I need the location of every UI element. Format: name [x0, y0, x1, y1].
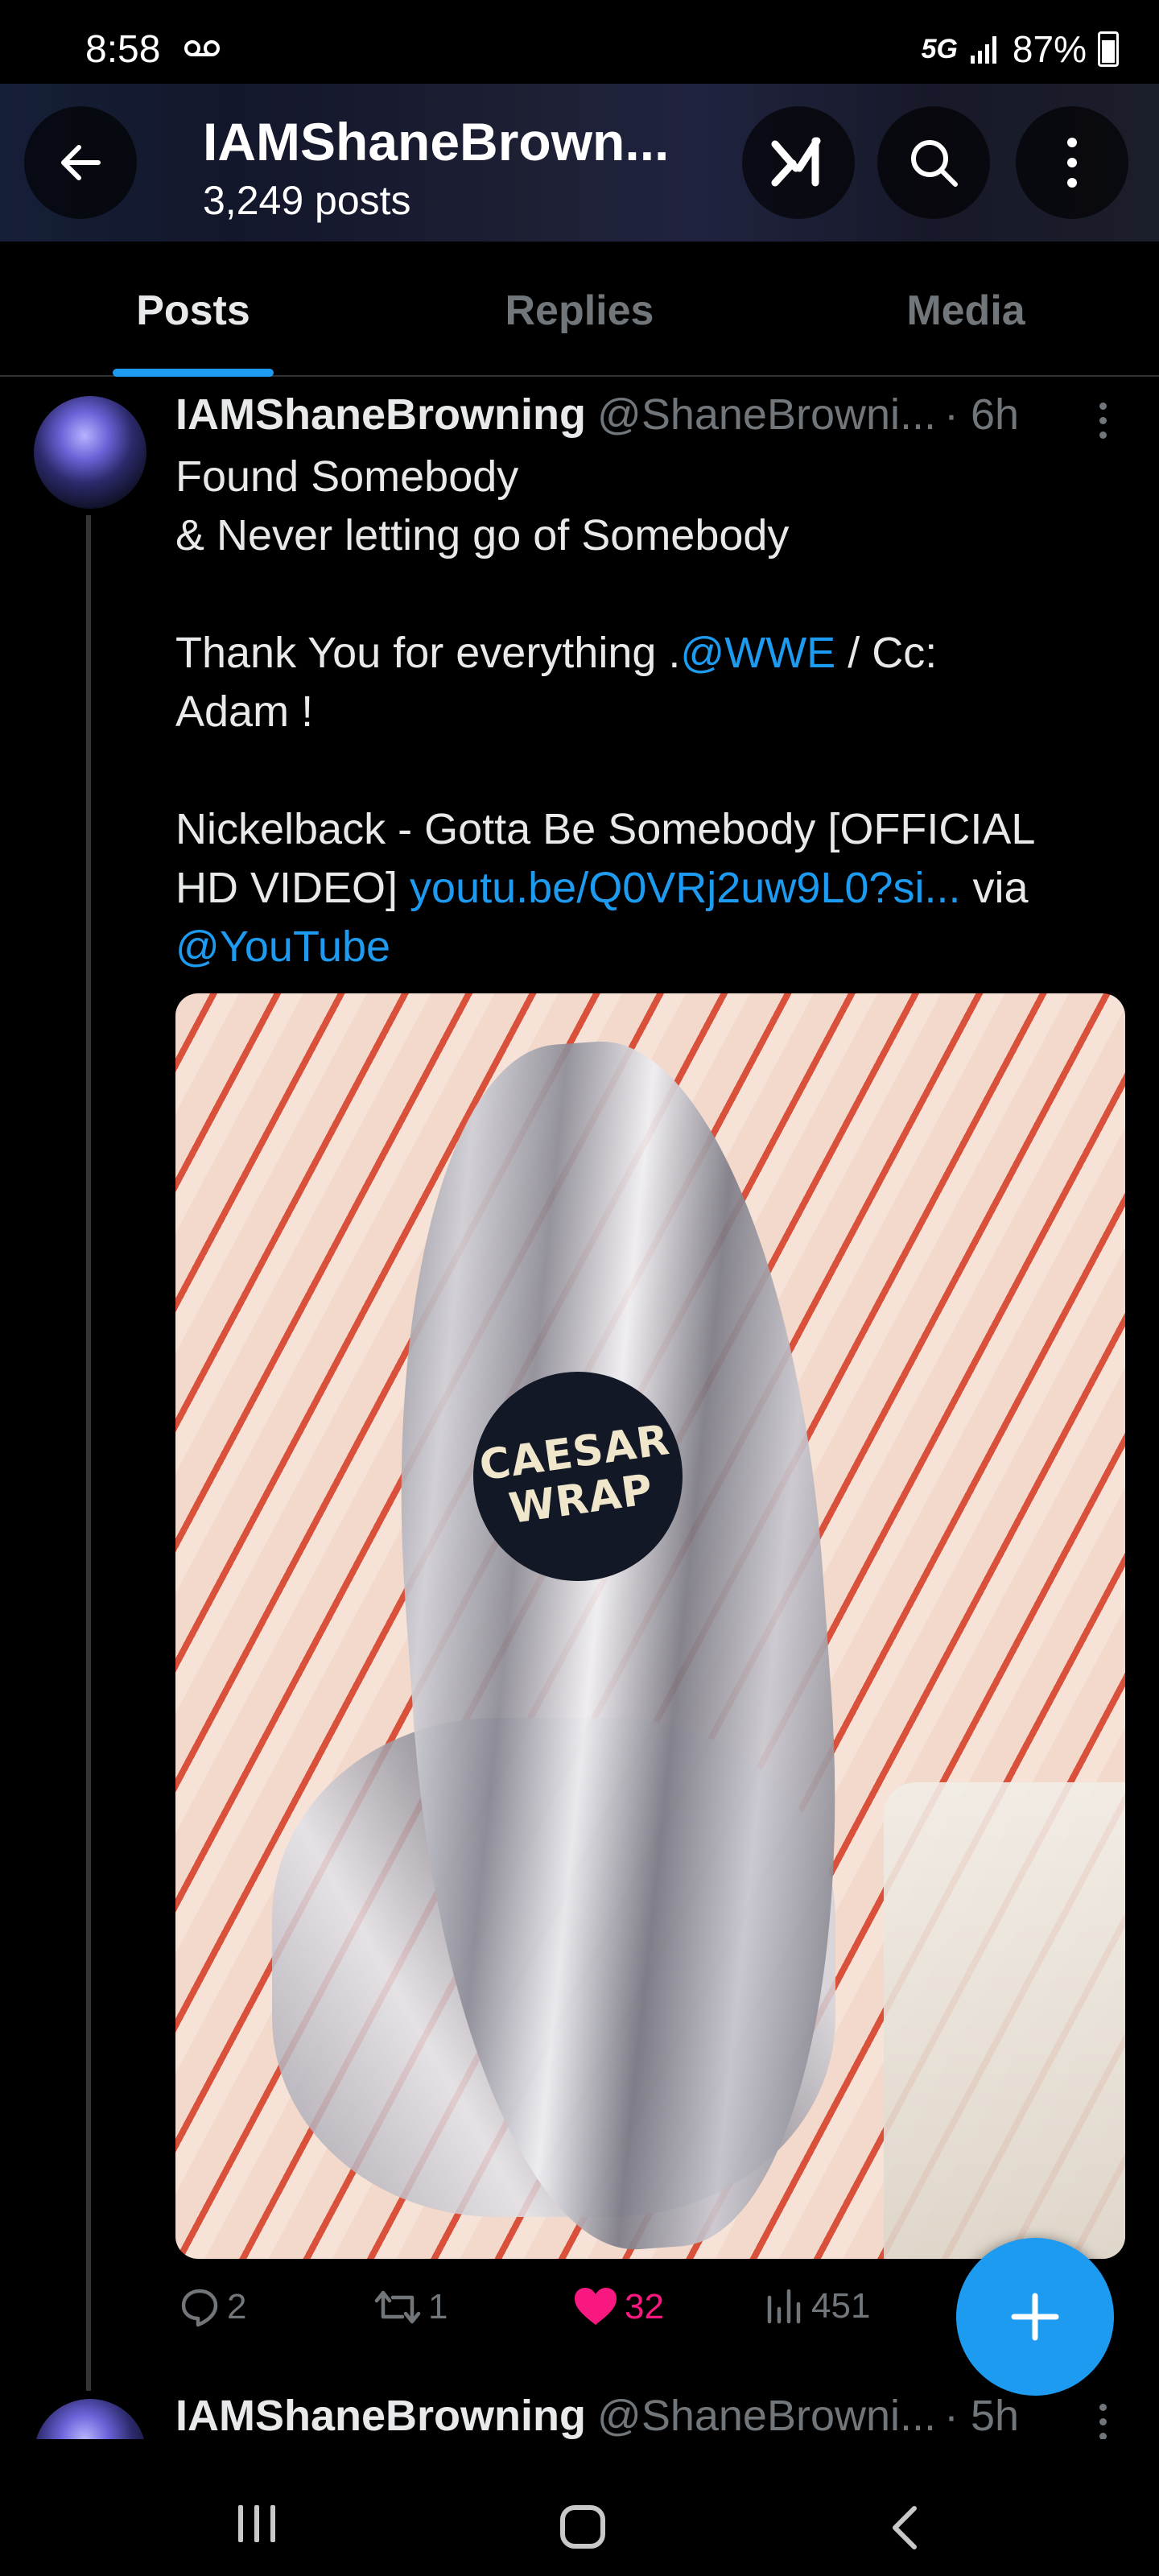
avatar[interactable] — [34, 396, 146, 509]
tweet-actions: 2 1 32 451 — [175, 2286, 980, 2351]
compose-post-button[interactable] — [956, 2238, 1114, 2396]
nav-back-icon[interactable] — [889, 2504, 921, 2552]
text: Thank You for everything . — [175, 629, 681, 677]
posts-count: 3,249 posts — [203, 178, 411, 223]
voicemail-icon — [184, 40, 220, 56]
more-vertical-icon — [1067, 138, 1077, 188]
mention-link[interactable]: @YouTube — [175, 923, 390, 971]
search-icon — [911, 140, 958, 187]
tweet-line: Nickelback - Gotta Be Somebody [OFFICIAL — [175, 805, 1036, 853]
tweet-time[interactable]: · 6h — [944, 390, 1019, 440]
tweet-time[interactable]: · 5h — [944, 2391, 1019, 2441]
tweet-more-icon[interactable] — [1095, 2404, 1111, 2440]
tweet-line: @YouTube — [175, 918, 1101, 976]
tweet-line: Thank You for everything .@WWE / Cc: — [175, 624, 1101, 683]
profile-header: IAMShaneBrown... 3,249 posts — [0, 84, 1159, 242]
like-count: 32 — [625, 2287, 664, 2326]
profile-tabs: Posts Replies Media — [0, 242, 1159, 377]
status-indicators: 5G 87% — [922, 27, 1119, 71]
battery-icon — [1098, 31, 1119, 67]
like-button[interactable]: 32 — [573, 2286, 664, 2328]
tweet-media-image[interactable]: CAESAR WRAP — [175, 993, 1125, 2259]
signal-icon — [970, 36, 996, 64]
tweet-more-icon[interactable] — [1095, 402, 1111, 439]
home-icon[interactable] — [560, 2505, 605, 2549]
tweet-line: & Never letting go of Somebody — [175, 511, 790, 559]
tweet-header: IAMShaneBrowning @ShaneBrowni... · 5h — [175, 2391, 1019, 2441]
tweet-line: Found Somebody — [175, 452, 519, 501]
status-bar: 8:58 5G 87% — [0, 0, 1159, 84]
back-button[interactable] — [24, 106, 137, 219]
tweet-text: Found Somebody & Never letting go of Som… — [175, 448, 1101, 976]
status-time: 8:58 — [85, 28, 161, 71]
tweet-line: HD VIDEO] youtu.be/Q0VRj2uw9L0?si... via — [175, 859, 1101, 918]
tab-replies[interactable]: Replies — [386, 242, 773, 375]
reply-button[interactable]: 2 — [179, 2286, 246, 2328]
thread-line — [86, 515, 91, 2391]
views-button[interactable]: 451 — [765, 2286, 870, 2326]
profile-name: IAMShaneBrown... — [203, 112, 670, 171]
heart-icon — [575, 2288, 617, 2325]
reply-count: 2 — [227, 2287, 247, 2326]
views-count: 451 — [811, 2286, 871, 2326]
tweet-header: IAMShaneBrowning @ShaneBrowni... · 6h — [175, 390, 1019, 440]
search-button[interactable] — [877, 106, 990, 219]
system-nav-bar — [0, 2439, 1159, 2576]
author-name[interactable]: IAMShaneBrowning — [175, 2391, 586, 2441]
text: / Cc: — [835, 629, 938, 677]
repost-icon — [374, 2290, 421, 2324]
network-type: 5G — [921, 33, 958, 64]
food-tray — [884, 1782, 1125, 2259]
author-name[interactable]: IAMShaneBrowning — [175, 390, 586, 440]
repost-count: 1 — [428, 2287, 448, 2326]
tab-media[interactable]: Media — [773, 242, 1159, 375]
reply-icon — [181, 2289, 218, 2327]
tab-posts[interactable]: Posts — [0, 242, 386, 377]
mention-link[interactable]: @WWE — [680, 629, 835, 677]
tweet-line: Adam ! — [175, 687, 314, 736]
battery-percent: 87% — [1012, 28, 1087, 70]
text: HD VIDEO] — [175, 864, 410, 912]
back-arrow-icon — [61, 145, 101, 180]
grok-button[interactable] — [742, 106, 855, 219]
text: via — [960, 864, 1029, 912]
author-handle[interactable]: @ShaneBrowni... — [597, 2391, 936, 2441]
author-handle[interactable]: @ShaneBrowni... — [597, 390, 936, 440]
recent-apps-icon[interactable] — [238, 2505, 275, 2542]
views-icon — [767, 2289, 801, 2324]
plus-icon — [1011, 2293, 1059, 2341]
url-link[interactable]: youtu.be/Q0VRj2uw9L0?si... — [410, 864, 960, 912]
more-options-button[interactable] — [1016, 106, 1128, 219]
repost-button[interactable]: 1 — [373, 2286, 448, 2328]
grok-icon — [771, 137, 821, 187]
